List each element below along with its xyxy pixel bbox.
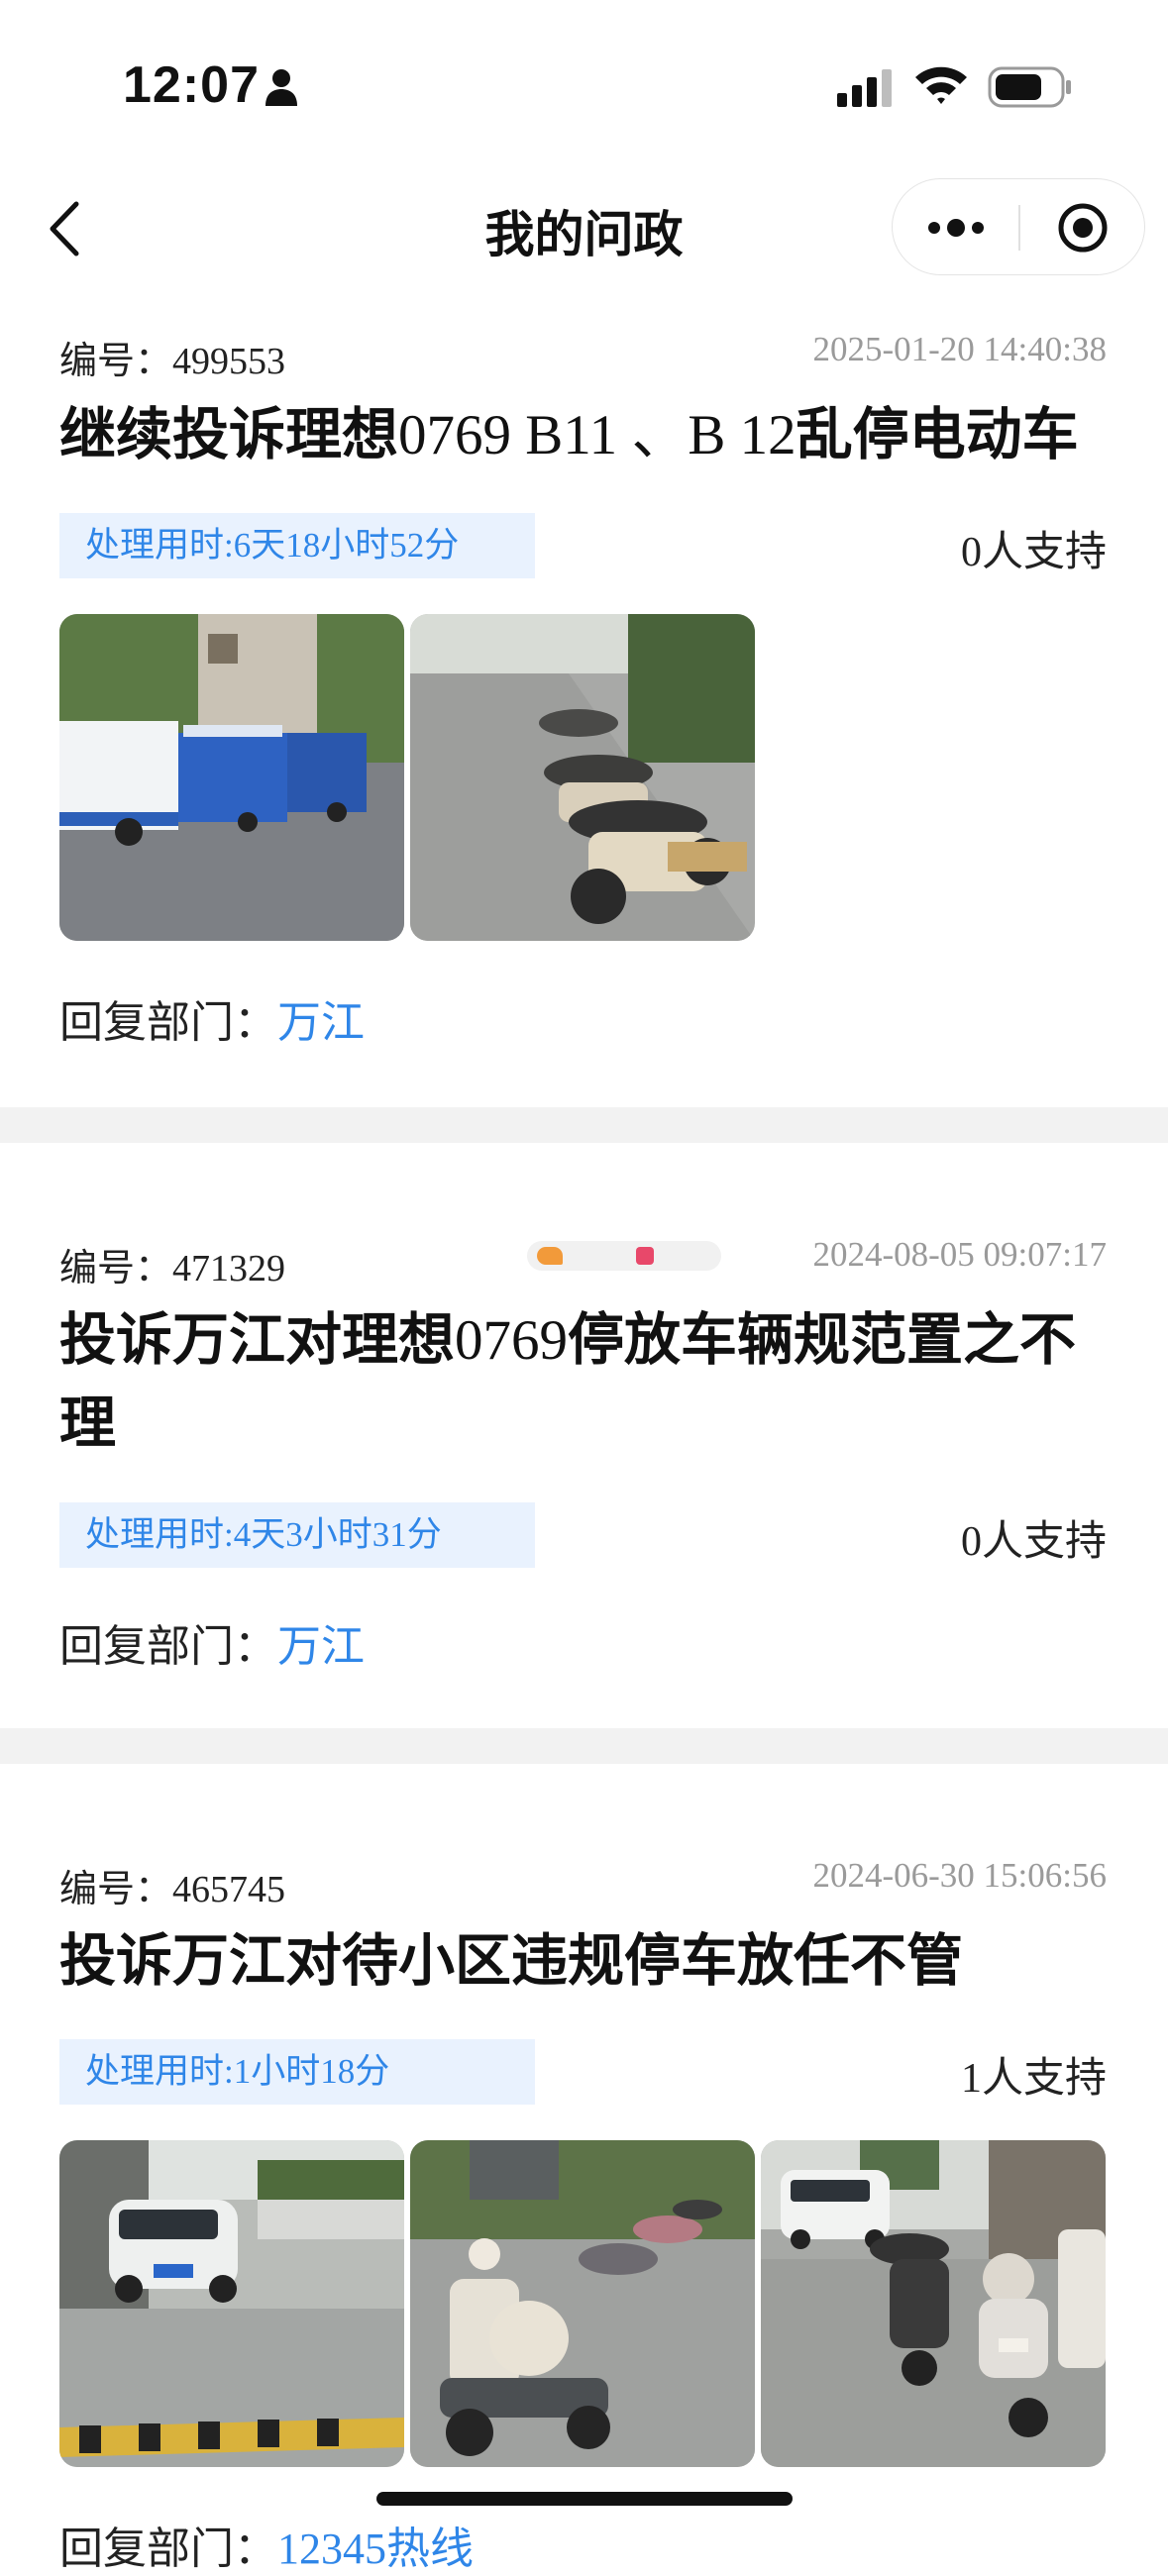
reply-department: 回复部门：万江 bbox=[59, 998, 365, 1047]
complaint-photo[interactable] bbox=[410, 2140, 755, 2467]
processing-time-badge: 处理用时:6天18小时52分 bbox=[59, 513, 535, 578]
complaint-photo[interactable] bbox=[761, 2140, 1106, 2467]
department-link[interactable]: 万江 bbox=[277, 1622, 365, 1671]
card-separator bbox=[0, 1728, 1168, 1764]
complaint-date: 2024-08-05 09:07:17 bbox=[812, 1235, 1107, 1274]
complaint-date: 2025-01-20 14:40:38 bbox=[812, 330, 1107, 368]
department-link[interactable]: 万江 bbox=[277, 998, 365, 1047]
complaint-title: 投诉万江对理想0769停放车辆规范置之不理 bbox=[59, 1307, 1076, 1456]
complaint-number: 编号：465745 bbox=[59, 1869, 286, 1910]
complaint-title: 继续投诉理想0769 B11 、B 12乱停电动车 bbox=[59, 402, 1079, 467]
support-count: 1人支持 bbox=[960, 2056, 1107, 2102]
complaint-date: 2024-06-30 15:06:56 bbox=[812, 1856, 1107, 1895]
complaint-photo[interactable] bbox=[59, 2140, 404, 2467]
complaint-photo[interactable] bbox=[59, 614, 404, 941]
complaint-number: 编号：499553 bbox=[59, 341, 286, 382]
watermark-logo bbox=[527, 1241, 721, 1271]
complaint-title: 投诉万江对待小区违规停车放任不管 bbox=[59, 1928, 963, 1994]
home-indicator[interactable] bbox=[376, 2492, 793, 2506]
complaint-number: 编号：471329 bbox=[59, 1248, 286, 1289]
support-count: 0人支持 bbox=[960, 1519, 1107, 1565]
support-count: 0人支持 bbox=[960, 530, 1107, 575]
reply-department: 回复部门：万江 bbox=[59, 1622, 365, 1671]
card-separator bbox=[0, 1107, 1168, 1143]
processing-time-badge: 处理用时:4天3小时31分 bbox=[59, 1502, 535, 1568]
complaint-photo[interactable] bbox=[410, 614, 755, 941]
complaint-card[interactable]: 编号：499553 2025-01-20 14:40:38 继续投诉理想0769… bbox=[0, 0, 1168, 1109]
reply-department: 回复部门：12345热线 bbox=[59, 2524, 474, 2573]
complaint-card[interactable]: 编号：465745 2024-06-30 15:06:56 投诉万江对待小区违规… bbox=[0, 1764, 1168, 2573]
processing-time-badge: 处理用时:1小时18分 bbox=[59, 2039, 535, 2105]
department-link[interactable]: 12345热线 bbox=[277, 2524, 474, 2573]
complaint-card[interactable]: 编号：471329 2024-08-05 09:07:17 投诉万江对理想076… bbox=[0, 1143, 1168, 1727]
